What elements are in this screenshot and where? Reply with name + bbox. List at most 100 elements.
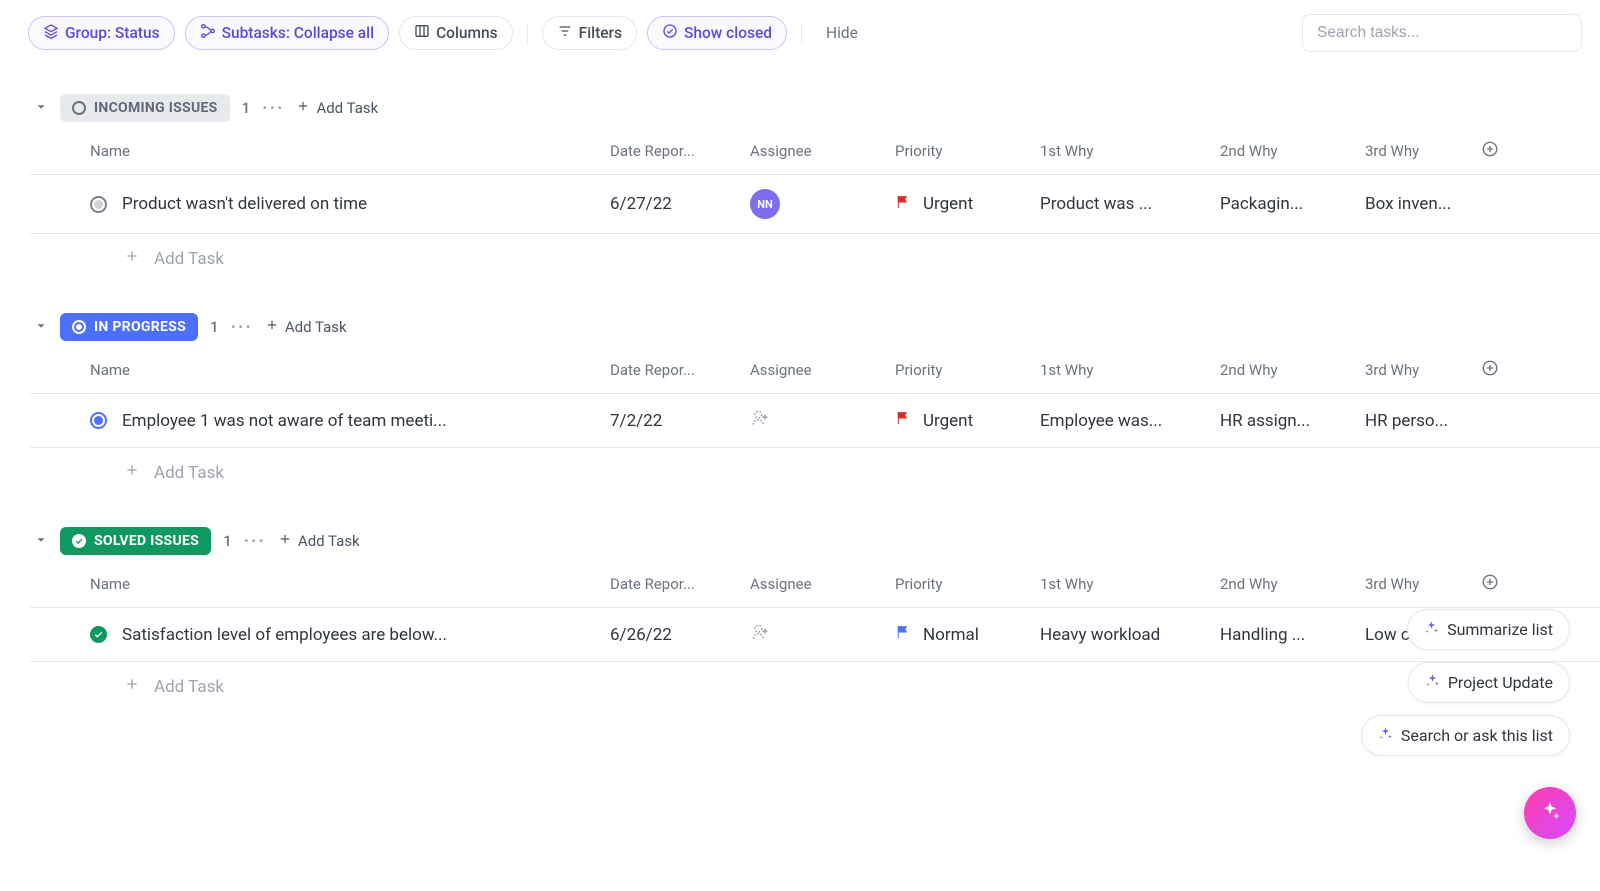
add-task-button[interactable]: Add Task [296, 99, 378, 117]
add-task-row[interactable]: Add Task [30, 234, 1600, 279]
col-why3[interactable]: 3rd Why [1365, 142, 1475, 160]
add-task-row[interactable]: Add Task [30, 448, 1600, 493]
ai-suggest-label: Search or ask this list [1401, 726, 1553, 745]
plus-icon [124, 248, 140, 269]
col-date[interactable]: Date Repor... [610, 361, 750, 379]
add-task-button[interactable]: Add Task [278, 532, 360, 550]
group-more-button[interactable]: ··· [231, 317, 253, 338]
divider [801, 23, 802, 43]
status-pill[interactable]: SOLVED ISSUES [60, 527, 211, 555]
collapse-button[interactable] [34, 318, 48, 337]
sparkle-icon [1378, 726, 1393, 745]
group-pill[interactable]: Group: Status [28, 16, 175, 50]
add-task-label: Add Task [298, 532, 360, 550]
col-why3[interactable]: 3rd Why [1365, 575, 1475, 593]
status-open-icon [90, 196, 107, 213]
add-column-button[interactable] [1481, 140, 1499, 162]
col-name[interactable]: Name [90, 142, 610, 160]
task-priority[interactable]: Urgent [895, 410, 1040, 431]
why2-cell[interactable]: HR assign... [1220, 411, 1365, 431]
col-priority[interactable]: Priority [895, 361, 1040, 379]
col-date[interactable]: Date Repor... [610, 575, 750, 593]
col-name[interactable]: Name [90, 575, 610, 593]
ai-fab-button[interactable] [1524, 787, 1576, 839]
subtasks-label: Subtasks: Collapse all [222, 24, 374, 42]
layers-icon [43, 23, 59, 43]
hide-button[interactable]: Hide [816, 18, 868, 48]
col-why3[interactable]: 3rd Why [1365, 361, 1475, 379]
col-priority[interactable]: Priority [895, 575, 1040, 593]
toolbar: Group: Status Subtasks: Collapse all Col… [10, 0, 1600, 60]
col-why2[interactable]: 2nd Why [1220, 575, 1365, 593]
assign-button[interactable] [750, 413, 770, 433]
column-headers: Name Date Repor... Assignee Priority 1st… [30, 126, 1600, 175]
col-why1[interactable]: 1st Why [1040, 575, 1220, 593]
col-why1[interactable]: 1st Why [1040, 142, 1220, 160]
group-header: IN PROGRESS 1 ··· Add Task [30, 309, 1600, 345]
task-priority[interactable]: Normal [895, 624, 1040, 645]
ai-suggest-project-update[interactable]: Project Update [1408, 662, 1570, 703]
status-open-icon [72, 101, 86, 115]
columns-pill[interactable]: Columns [399, 16, 513, 50]
status-pill[interactable]: IN PROGRESS [60, 313, 198, 341]
add-task-label: Add Task [316, 99, 378, 117]
add-column-button[interactable] [1481, 359, 1499, 381]
status-done-icon [90, 626, 107, 643]
why2-cell[interactable]: Handling ... [1220, 625, 1365, 645]
assignee-avatar[interactable]: NN [750, 189, 780, 219]
ai-suggest-summarize[interactable]: Summarize list [1407, 609, 1570, 650]
priority-label: Normal [923, 625, 979, 645]
task-date: 6/26/22 [610, 625, 750, 645]
why3-cell[interactable]: HR perso... [1365, 411, 1499, 431]
why1-cell[interactable]: Heavy workload [1040, 625, 1220, 645]
col-assignee[interactable]: Assignee [750, 575, 895, 593]
why1-cell[interactable]: Product was ... [1040, 194, 1220, 214]
task-row[interactable]: Product wasn't delivered on time 6/27/22… [30, 175, 1600, 234]
ai-suggest-search[interactable]: Search or ask this list [1361, 715, 1570, 756]
group-more-button[interactable]: ··· [262, 98, 284, 119]
show-closed-pill[interactable]: Show closed [647, 16, 787, 50]
filters-pill[interactable]: Filters [542, 16, 637, 50]
subtasks-pill[interactable]: Subtasks: Collapse all [185, 16, 389, 50]
column-headers: Name Date Repor... Assignee Priority 1st… [30, 345, 1600, 394]
status-progress-icon [72, 320, 86, 334]
col-why1[interactable]: 1st Why [1040, 361, 1220, 379]
task-date: 6/27/22 [610, 194, 750, 214]
filter-icon [557, 23, 573, 43]
show-closed-label: Show closed [684, 24, 772, 42]
plus-icon [296, 99, 310, 117]
task-row[interactable]: Employee 1 was not aware of team meeti..… [30, 394, 1600, 448]
col-why2[interactable]: 2nd Why [1220, 361, 1365, 379]
flag-icon [895, 624, 911, 645]
why3-cell[interactable]: Box inven... [1365, 194, 1499, 214]
add-task-label: Add Task [285, 318, 347, 336]
sparkle-icon [1539, 800, 1561, 826]
col-why2[interactable]: 2nd Why [1220, 142, 1365, 160]
group-count: 1 [210, 318, 219, 336]
col-assignee[interactable]: Assignee [750, 361, 895, 379]
status-pill[interactable]: INCOMING ISSUES [60, 94, 230, 122]
column-headers: Name Date Repor... Assignee Priority 1st… [30, 559, 1600, 608]
add-column-button[interactable] [1481, 573, 1499, 595]
why2-cell[interactable]: Packagin... [1220, 194, 1365, 214]
group-count: 1 [223, 532, 232, 550]
collapse-button[interactable] [34, 99, 48, 118]
group-in_progress: IN PROGRESS 1 ··· Add Task Name Date Rep… [30, 309, 1600, 493]
col-name[interactable]: Name [90, 361, 610, 379]
group-more-button[interactable]: ··· [244, 531, 266, 552]
task-priority[interactable]: Urgent [895, 194, 1040, 215]
collapse-button[interactable] [34, 532, 48, 551]
task-date: 7/2/22 [610, 411, 750, 431]
flag-icon [895, 194, 911, 215]
why1-cell[interactable]: Employee was... [1040, 411, 1220, 431]
add-task-label: Add Task [154, 463, 224, 483]
plus-icon [278, 532, 292, 550]
add-task-button[interactable]: Add Task [265, 318, 347, 336]
search-input[interactable] [1302, 14, 1582, 52]
status-progress-icon [90, 412, 107, 429]
col-priority[interactable]: Priority [895, 142, 1040, 160]
add-task-label: Add Task [154, 677, 224, 697]
col-date[interactable]: Date Repor... [610, 142, 750, 160]
col-assignee[interactable]: Assignee [750, 142, 895, 160]
assign-button[interactable] [750, 627, 770, 647]
